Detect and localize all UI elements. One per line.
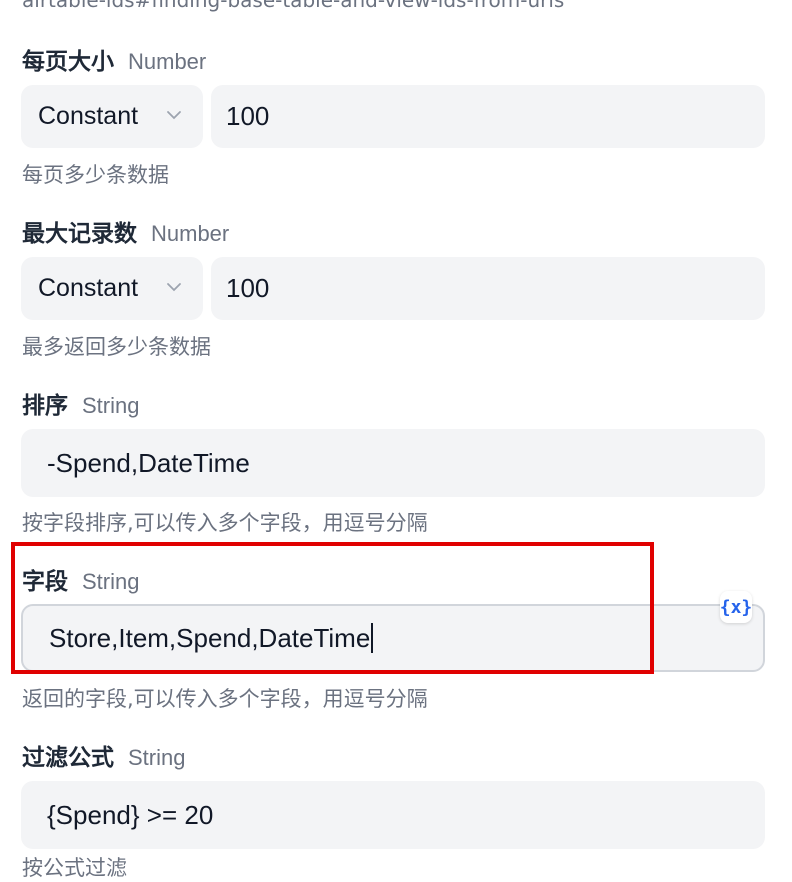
fields-help: 返回的字段,可以传入多个字段，用逗号分隔 [22,687,428,711]
filter-formula-input[interactable]: {Spend} >= 20 [21,781,765,849]
filter-formula-type: String [128,745,186,770]
page-size-input[interactable]: 100 [211,85,765,148]
insert-variable-button[interactable]: {x} [720,591,752,623]
max-records-mode-value: Constant [38,274,139,302]
filter-formula-label: 过滤公式 [22,745,114,771]
max-records-mode-select[interactable]: Constant [21,257,203,320]
sort-value: -Spend,DateTime [47,447,250,478]
page-size-mode-value: Constant [38,102,139,130]
page-size-help: 每页多少条数据 [22,163,169,187]
sort-label: 排序 [22,393,68,419]
filter-formula-label-row: 过滤公式 String [22,738,185,772]
sort-help: 按字段排序,可以传入多个字段，用逗号分隔 [22,511,428,535]
page-size-mode-select[interactable]: Constant [21,85,203,148]
max-records-help: 最多返回多少条数据 [22,335,211,359]
highlight-box [11,542,654,674]
page-size-type: Number [128,49,207,74]
page-size-value: 100 [226,101,270,131]
max-records-input[interactable]: 100 [211,257,765,320]
chevron-down-icon [167,283,181,292]
sort-label-row: 排序 String [22,386,139,420]
max-records-value: 100 [226,273,270,303]
previous-field-help-text: airtable-ids#finding-base-table-and-view… [22,0,565,12]
max-records-label-row: 最大记录数 Number [22,214,229,248]
filter-formula-help: 按公式过滤 [22,856,127,880]
chevron-down-icon [167,111,181,120]
page-size-label-row: 每页大小 Number [22,42,206,76]
filter-formula-value: {Spend} >= 20 [47,799,214,830]
page-size-label: 每页大小 [22,49,114,75]
sort-input[interactable]: -Spend,DateTime [21,429,765,497]
max-records-type: Number [151,221,230,246]
sort-type: String [82,393,140,418]
max-records-label: 最大记录数 [22,221,137,247]
